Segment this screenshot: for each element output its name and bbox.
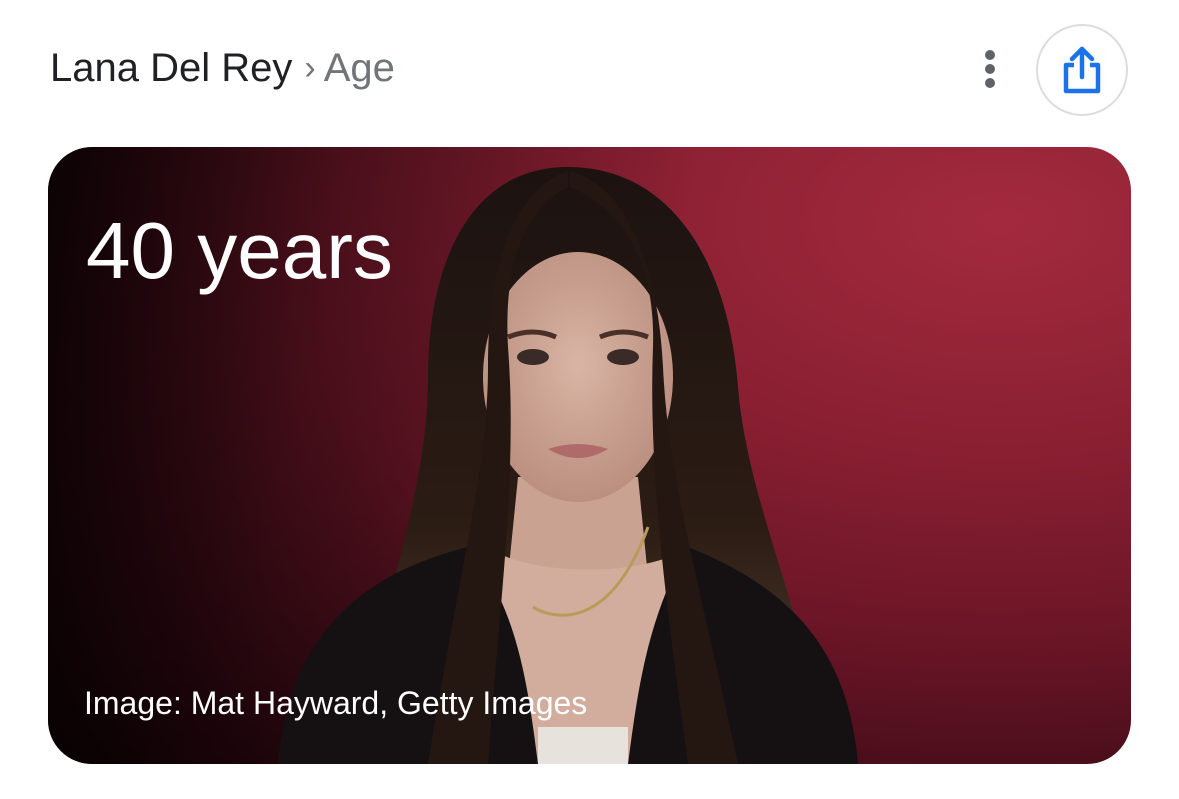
breadcrumb-entity[interactable]: Lana Del Rey: [50, 46, 292, 91]
breadcrumb-attribute: Age: [323, 45, 395, 90]
age-value: 40 years: [86, 206, 393, 295]
knowledge-header: Lana Del Rey › Age: [0, 0, 1179, 140]
breadcrumb-separator: ›: [304, 48, 316, 87]
share-icon: [1063, 46, 1101, 94]
more-vertical-icon: [985, 50, 995, 88]
age-image-card[interactable]: 40 years Image: Mat Hayward, Getty Image…: [48, 147, 1131, 764]
more-options-button[interactable]: [966, 44, 1014, 94]
breadcrumb: Lana Del Rey › Age: [50, 40, 395, 96]
share-button[interactable]: [1036, 24, 1128, 116]
image-credit: Image: Mat Hayward, Getty Images: [84, 685, 588, 721]
